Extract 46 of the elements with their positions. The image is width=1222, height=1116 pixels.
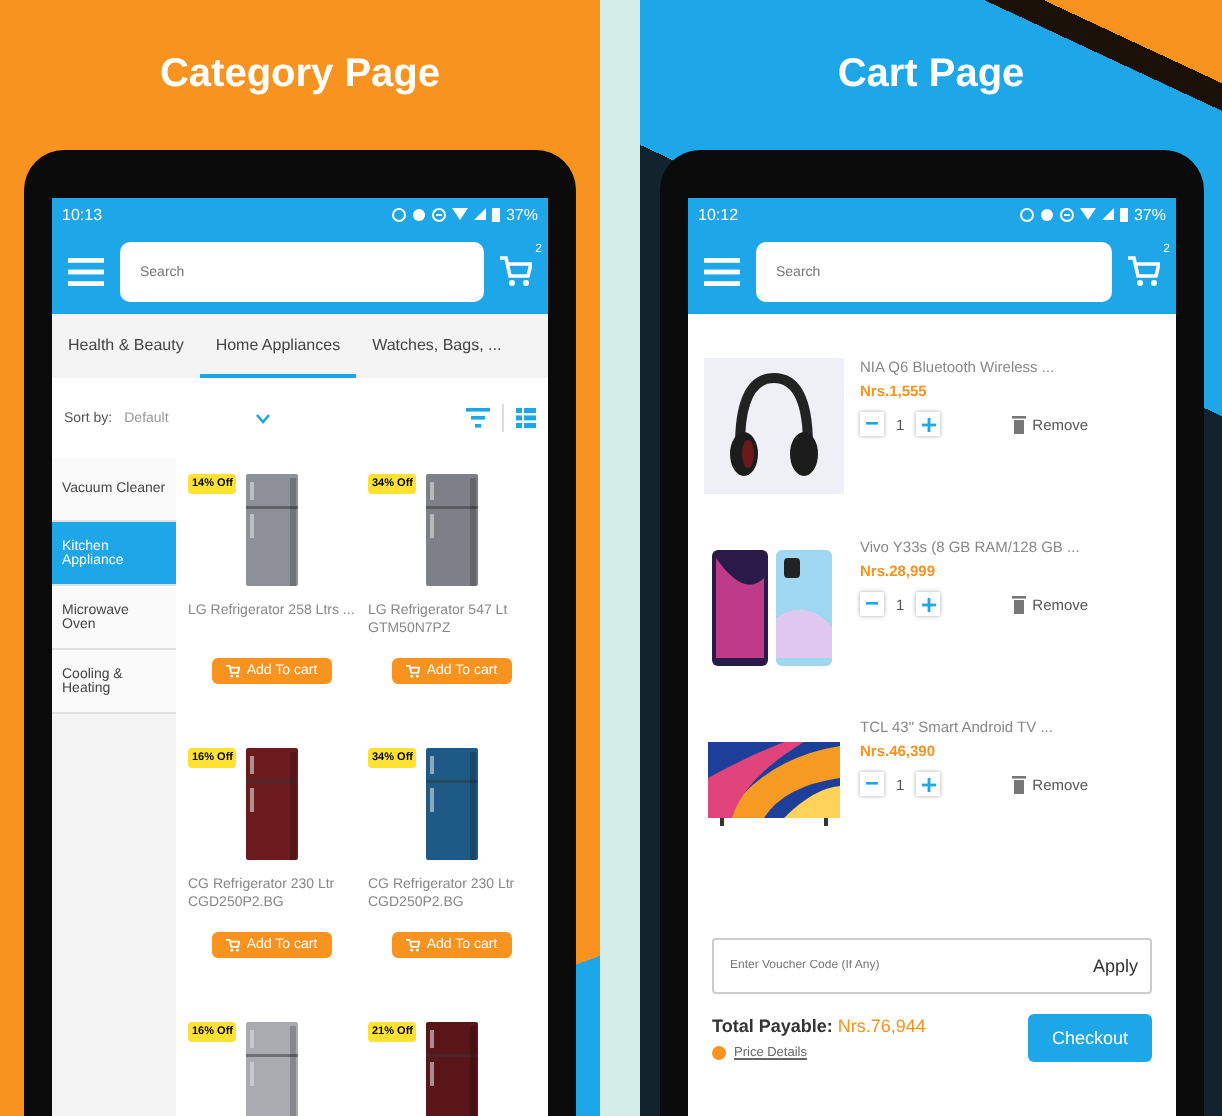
category-tab[interactable]: Watches, Bags, ... — [356, 314, 518, 378]
status-time: 10:13 — [62, 205, 103, 223]
trash-icon — [1012, 415, 1027, 433]
info-icon — [712, 1046, 726, 1060]
apply-button[interactable]: Apply — [1092, 956, 1138, 976]
page-title: Category Page — [157, 50, 443, 100]
decrease-button[interactable] — [860, 772, 884, 796]
chevron-icon — [256, 413, 271, 423]
cart-icon — [406, 664, 421, 678]
plus-icon — [921, 597, 936, 611]
list-view-icon[interactable] — [516, 408, 536, 428]
battery-icon — [1119, 207, 1128, 221]
cart-icon — [406, 938, 421, 952]
status-time: 10:12 — [698, 205, 739, 223]
cart-icon — [226, 664, 241, 678]
decrease-button[interactable] — [860, 592, 884, 616]
cart-icon — [226, 938, 241, 952]
do-not-disturb-icon — [1059, 207, 1074, 221]
plus-icon — [921, 417, 936, 431]
cart-icon[interactable] — [500, 256, 532, 288]
plus-icon — [921, 777, 936, 791]
increase-button[interactable] — [916, 412, 941, 436]
minus-icon — [866, 422, 878, 426]
menu-icon[interactable] — [704, 258, 740, 286]
increase-button[interactable] — [916, 592, 941, 616]
filter-icon[interactable] — [466, 408, 490, 428]
trash-icon — [1012, 775, 1027, 793]
do-not-disturb-icon — [431, 207, 446, 221]
total-payable: Total Payable: Nrs.76,944 — [712, 1016, 926, 1036]
battery-icon — [491, 207, 500, 221]
category-tab[interactable]: Home Appliances — [199, 314, 357, 378]
page-title: Cart Page — [835, 50, 1027, 100]
battery-level: 37% — [505, 205, 538, 223]
increase-button[interactable] — [916, 772, 941, 796]
wifi-icon — [1079, 208, 1096, 220]
wifi-icon — [451, 208, 468, 220]
decrease-button[interactable] — [860, 412, 884, 436]
cart-icon[interactable] — [1128, 256, 1160, 288]
menu-icon[interactable] — [68, 258, 104, 286]
signal-icon — [1101, 208, 1114, 220]
category-tab[interactable]: Health & Beauty — [52, 314, 200, 378]
battery-level: 37% — [1133, 205, 1166, 223]
signal-icon — [473, 208, 486, 220]
minus-icon — [866, 602, 878, 606]
trash-icon — [1012, 595, 1027, 613]
minus-icon — [866, 782, 878, 786]
